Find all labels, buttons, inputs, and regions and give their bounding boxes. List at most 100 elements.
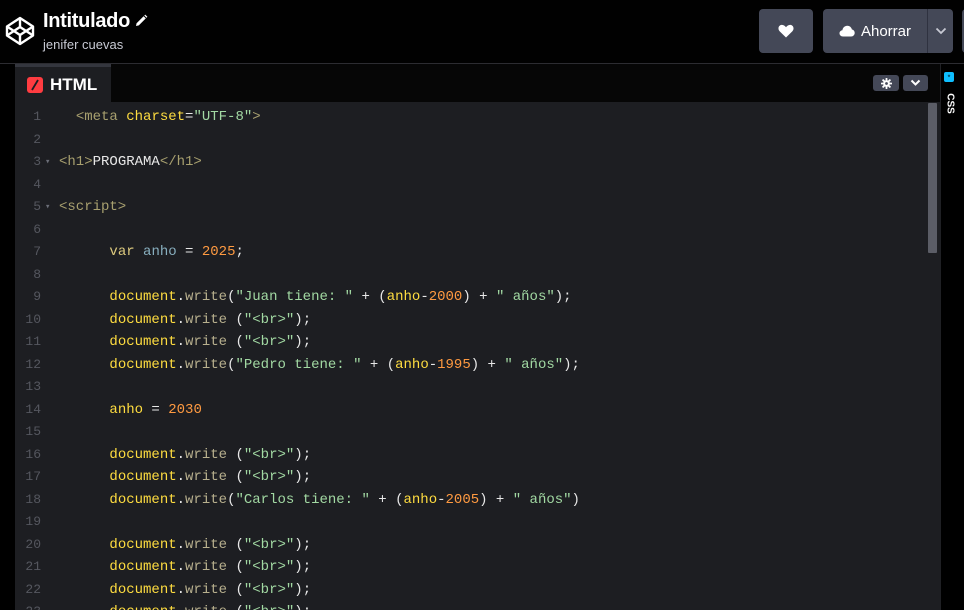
- code-token: document: [109, 581, 177, 598]
- code-text: document.write ("<br>");: [59, 601, 311, 610]
- code-text: <script>: [59, 196, 126, 218]
- line-number: 4: [33, 176, 41, 192]
- code-token: 2030: [168, 401, 202, 418]
- code-token: "Juan tiene: ": [235, 289, 354, 305]
- heart-button[interactable]: [759, 9, 813, 53]
- code-token: <h1>: [59, 154, 93, 170]
- code-line[interactable]: 18 document.write("Carlos tiene: " + (an…: [15, 489, 927, 511]
- code-token: write: [185, 581, 228, 598]
- gear-icon: [880, 77, 892, 89]
- code-line[interactable]: 7 var anho = 2025;: [15, 241, 927, 263]
- code-area[interactable]: 1 <meta charset="UTF-8"> 2 3 ▾ <h1>PROGRAMA<…: [15, 102, 927, 610]
- code-line[interactable]: 6: [15, 219, 927, 241]
- code-line[interactable]: 19: [15, 511, 927, 533]
- code-token: "<br>": [243, 559, 295, 575]
- line-number: 21: [25, 559, 41, 574]
- code-text: document.write("Juan tiene: " + (anho-20…: [59, 286, 572, 308]
- code-token: (: [227, 446, 244, 463]
- code-token: " años": [504, 356, 564, 373]
- code-text: document.write ("<br>");: [59, 579, 311, 601]
- code-line[interactable]: 5 ▾ <script>: [15, 196, 927, 218]
- code-token: "<br>": [243, 311, 295, 328]
- code-line[interactable]: 22 document.write ("<br>");: [15, 579, 927, 601]
- code-line[interactable]: 11 document.write ("<br>");: [15, 331, 927, 353]
- author-name[interactable]: jenifer cuevas: [43, 37, 148, 52]
- code-token: document: [109, 356, 177, 373]
- code-token: "<br>": [243, 446, 295, 463]
- line-number: 8: [33, 266, 41, 282]
- fold-arrow-icon[interactable]: ▾: [45, 196, 50, 218]
- code-token: ) +: [470, 356, 505, 373]
- tab-html[interactable]: HTML: [15, 64, 111, 102]
- pen-title-area: Intitulado jenifer cuevas: [43, 9, 148, 52]
- line-number: 12: [25, 356, 41, 372]
- code-token: document: [109, 469, 177, 485]
- code-token: (: [227, 581, 244, 598]
- line-number: 23: [15, 601, 41, 610]
- fold-arrow-icon[interactable]: ▾: [45, 151, 50, 173]
- code-line[interactable]: 20 document.write ("<br>");: [15, 534, 927, 556]
- code-token: >: [252, 109, 261, 125]
- code-token: );: [554, 289, 572, 305]
- pencil-icon[interactable]: [134, 14, 148, 28]
- editor-scrollbar-thumb[interactable]: [928, 103, 937, 253]
- code-token: (: [227, 469, 244, 485]
- code-line[interactable]: 1 <meta charset="UTF-8">: [15, 106, 927, 128]
- code-token: (: [227, 604, 243, 610]
- code-line[interactable]: 15: [15, 421, 927, 443]
- css-tab-label[interactable]: CSS: [945, 92, 956, 116]
- pen-title[interactable]: Intitulado: [43, 9, 130, 33]
- code-token: "UTF-8": [193, 109, 253, 125]
- code-line[interactable]: 12 document.write("Pedro tiene: " + (anh…: [15, 354, 927, 376]
- line-number: 18: [25, 491, 41, 507]
- code-token: "<br>": [243, 536, 295, 553]
- line-number: 6: [33, 221, 41, 237]
- code-token: (: [227, 536, 244, 553]
- code-token: .: [176, 446, 186, 463]
- css-editor-collapsed[interactable]: * CSS: [940, 64, 964, 610]
- code-line[interactable]: 10 document.write ("<br>");: [15, 309, 927, 331]
- code-line[interactable]: 14 anho = 2030: [15, 399, 927, 421]
- code-token: );: [294, 469, 312, 485]
- code-line[interactable]: 3 ▾ <h1>PROGRAMA</h1>: [15, 151, 927, 173]
- line-number: 11: [25, 334, 41, 349]
- code-line[interactable]: 17 document.write ("<br>");: [15, 466, 927, 488]
- line-number: 14: [25, 401, 41, 417]
- editor-settings-button[interactable]: [873, 75, 899, 91]
- code-line[interactable]: 8: [15, 264, 927, 286]
- editor-collapse-button[interactable]: [903, 75, 928, 91]
- code-token: .: [176, 289, 186, 305]
- chevron-down-icon: [935, 27, 946, 35]
- code-token: anho: [386, 289, 421, 305]
- code-line[interactable]: 16 document.write ("<br>");: [15, 444, 927, 466]
- code-line[interactable]: 21 document.write ("<br>");: [15, 556, 927, 578]
- code-token: "Pedro tiene: ": [235, 356, 362, 373]
- code-token: .: [176, 491, 186, 508]
- save-options-dropdown[interactable]: [927, 9, 953, 53]
- save-button[interactable]: Ahorrar: [823, 9, 927, 53]
- code-token: document: [109, 446, 177, 463]
- code-text: document.write ("<br>");: [59, 309, 311, 331]
- code-line[interactable]: 13: [15, 376, 927, 398]
- line-number: 17: [25, 469, 41, 484]
- code-token: =: [143, 401, 169, 418]
- code-line[interactable]: 9 document.write("Juan tiene: " + (anho-…: [15, 286, 927, 308]
- code-line[interactable]: 23 document.write ("<br>");: [15, 601, 927, 610]
- code-token: );: [294, 446, 312, 463]
- code-token: write: [185, 604, 227, 610]
- code-token: </h1>: [159, 154, 202, 170]
- code-line[interactable]: 2: [15, 129, 927, 151]
- code-line[interactable]: 4: [15, 174, 927, 196]
- codepen-logo-icon[interactable]: [4, 15, 36, 47]
- code-token: document: [109, 491, 177, 508]
- line-number: 22: [25, 581, 41, 597]
- code-token: );: [294, 581, 312, 598]
